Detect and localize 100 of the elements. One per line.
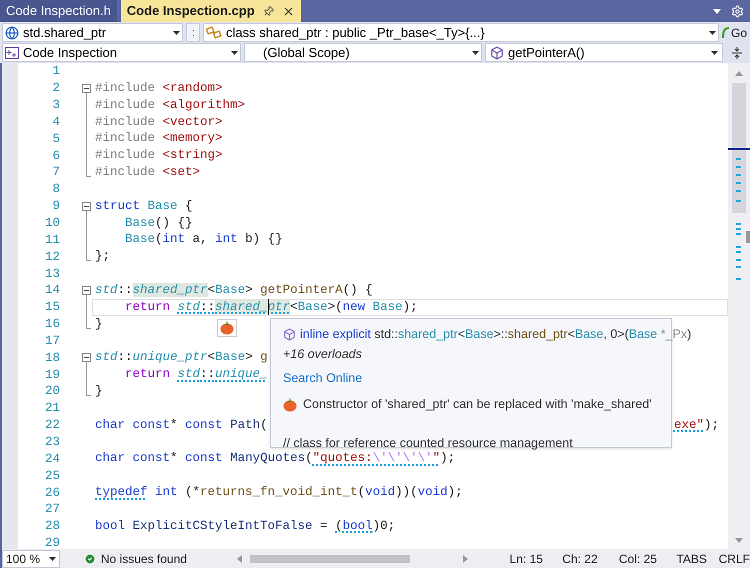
signature-text: inline explicit std::shared_ptr<Base>::shared_ptr<Base, 0>(Base *_Px) (300, 326, 692, 343)
cube-icon (490, 46, 504, 60)
dropdown-arrow-icon[interactable] (713, 8, 721, 14)
code-line: std::unique_ptr<Base> g (95, 349, 268, 366)
code-line: char const* const Path( (95, 416, 268, 434)
code-line: typedef int (*returns_fn_void_int_t(void))(void); (95, 484, 463, 502)
editor-tab[interactable]: Code Inspection.h (0, 0, 117, 22)
vertical-scrollbar[interactable] (728, 63, 750, 549)
line-number: 25 (44, 468, 60, 484)
line-number: 11 (44, 232, 60, 248)
code-line: }; (95, 248, 110, 266)
char-position[interactable]: Ch: 22 (562, 550, 619, 568)
line-number: 14 (44, 282, 60, 298)
line-ending[interactable]: CRLF (718, 550, 750, 568)
collapse-icon[interactable] (82, 286, 91, 295)
dropdown-arrow-icon (709, 30, 716, 34)
line-number: 16 (44, 316, 60, 332)
scrollbar-thumb[interactable] (250, 555, 410, 563)
issues-status[interactable]: No issues found (100, 550, 187, 568)
line-number: 13 (44, 266, 60, 282)
suggestion-text: Constructor of 'shared_ptr' can be replaced with 'make_shared' (303, 396, 652, 414)
horizontal-scrollbar[interactable] (237, 552, 468, 566)
scrollbar-thumb[interactable] (732, 83, 746, 213)
line-number: 24 (44, 450, 60, 467)
line-number: 20 (44, 383, 60, 400)
line-number: 19 (44, 366, 60, 383)
code-file-icon (5, 46, 19, 58)
code-line: #include <string> (95, 147, 223, 164)
code-line: } (95, 383, 103, 400)
indentation-mode[interactable]: TABS (676, 550, 719, 568)
collapse-icon[interactable] (82, 84, 91, 93)
collapse-icon[interactable] (82, 202, 91, 211)
editor-tab[interactable]: Code Inspection.cpp (120, 0, 301, 22)
scroll-up-icon[interactable] (735, 71, 743, 76)
line-number: 12 (44, 248, 60, 265)
code-line: #include <set> (95, 164, 200, 182)
line-number: 10 (44, 215, 60, 232)
check-icon (84, 553, 96, 565)
line-number: 27 (44, 501, 60, 518)
tomato-icon (283, 398, 297, 412)
zoom-dropdown[interactable]: 100 % (2, 550, 60, 568)
code-line: char const* const ManyQuotes("quotes:\'\'\'\'"); (95, 450, 456, 468)
scope-dropdown[interactable]: (Global Scope) (244, 43, 482, 62)
line-number: 17 (44, 332, 60, 349)
line-number: 5 (51, 130, 60, 147)
line-position[interactable]: Ln: 15 (510, 550, 562, 568)
line-number: 7 (51, 164, 60, 180)
code-line: #include <random> (95, 80, 223, 97)
line-number: 26 (44, 484, 60, 501)
code-line: } (95, 316, 103, 333)
dropdown-arrow-icon (711, 50, 718, 54)
code-line: Base(int a, int b) {} (125, 231, 283, 248)
line-number: 2 (51, 80, 60, 96)
line-number: 8 (51, 181, 60, 198)
dropdown-arrow-icon (48, 557, 56, 561)
file-dropdown[interactable]: Code Inspection (2, 43, 241, 62)
tomato-icon (220, 321, 234, 335)
dropdown-arrow-icon (472, 50, 479, 54)
scroll-right-icon[interactable] (462, 555, 468, 563)
line-number: 4 (51, 114, 60, 130)
code-line: #include <memory> (95, 130, 223, 148)
line-number: 18 (44, 350, 60, 366)
project-dropdown[interactable]: std.shared_ptr (2, 23, 183, 42)
class-icon (206, 26, 222, 40)
code-line: #include <algorithm> (95, 96, 246, 114)
code-line: bool ExplicitCStyleIntToFalse = (bool)0; (95, 518, 396, 535)
globe-icon (5, 26, 19, 40)
dropdown-arrow-icon (173, 30, 180, 34)
code-line: struct Base { (95, 198, 193, 215)
code-line: std::shared_ptr<Base> getPointerA() { (95, 282, 373, 300)
dropdown-arrow-icon (231, 50, 238, 54)
cube-icon (283, 328, 296, 341)
line-number: 28 (44, 518, 60, 534)
line-number: 3 (51, 97, 60, 114)
class-dropdown[interactable]: class shared_ptr : public _Ptr_base<_Ty>{...} (203, 23, 719, 42)
code-line: #include <vector> (95, 114, 223, 131)
line-number: 1 (51, 63, 60, 80)
scroll-down-icon[interactable] (735, 538, 743, 543)
collapse-icon[interactable] (82, 353, 91, 362)
line-number: 9 (51, 198, 60, 214)
code-line: Base() {} (125, 214, 193, 232)
search-online-link[interactable]: Search Online (283, 368, 362, 388)
code-fragment: exe"); (674, 416, 719, 434)
line-number: 23 (44, 434, 60, 450)
line-number: 29 (44, 535, 60, 549)
line-number: 22 (44, 417, 60, 434)
settings-icon[interactable] (731, 4, 744, 18)
line-number: 6 (51, 148, 60, 164)
line-number: 21 (44, 400, 60, 416)
quick-action-button[interactable] (217, 319, 237, 337)
overloads-text: +16 overloads (283, 346, 362, 363)
code-line: return std::unique_ (125, 366, 268, 384)
splitter-handle[interactable] (186, 23, 200, 42)
go-button[interactable]: Go (722, 23, 748, 42)
line-number: 15 (44, 299, 60, 316)
member-dropdown[interactable]: getPointerA() (485, 43, 723, 62)
comment-text: // class for reference counted resource management (283, 435, 573, 452)
close-icon[interactable] (282, 4, 295, 18)
column-position[interactable]: Col: 25 (618, 550, 676, 568)
scroll-left-icon[interactable] (237, 555, 242, 563)
